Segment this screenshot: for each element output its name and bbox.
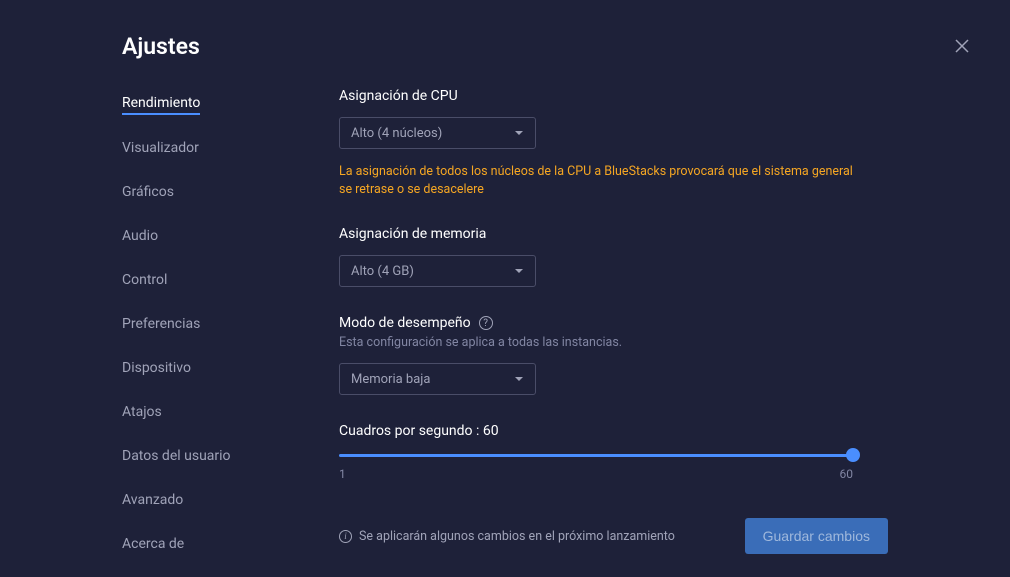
- info-icon: i: [339, 530, 352, 543]
- memory-allocation-value: Alto (4 GB): [351, 264, 414, 279]
- sidebar-item-atajos[interactable]: Atajos: [122, 397, 162, 427]
- sidebar-item-datos-usuario[interactable]: Datos del usuario: [122, 441, 231, 471]
- chevron-down-icon: [514, 374, 524, 384]
- sidebar-item-preferencias[interactable]: Preferencias: [122, 309, 200, 339]
- sidebar-item-avanzado[interactable]: Avanzado: [122, 485, 183, 515]
- sidebar: Rendimiento Visualizador Gráficos Audio …: [122, 88, 339, 566]
- close-button[interactable]: [954, 38, 970, 54]
- chevron-down-icon: [514, 266, 524, 276]
- sidebar-item-audio[interactable]: Audio: [122, 221, 158, 251]
- fps-slider[interactable]: [339, 454, 853, 457]
- footer-info-text: Se aplicarán algunos cambios en el próxi…: [359, 529, 675, 544]
- sidebar-item-acerca-de[interactable]: Acerca de: [122, 529, 184, 559]
- fps-label: Cuadros por segundo : 60: [339, 423, 888, 439]
- chevron-down-icon: [514, 128, 524, 138]
- memory-allocation-label: Asignación de memoria: [339, 226, 888, 242]
- memory-allocation-select[interactable]: Alto (4 GB): [339, 255, 536, 287]
- cpu-warning-text: La asignación de todos los núcleos de la…: [339, 163, 859, 198]
- cpu-allocation-value: Alto (4 núcleos): [351, 126, 442, 141]
- page-title: Ajustes: [122, 33, 200, 60]
- sidebar-item-dispositivo[interactable]: Dispositivo: [122, 353, 191, 383]
- cpu-allocation-label: Asignación de CPU: [339, 88, 888, 104]
- perfmode-sublabel: Esta configuración se aplica a todas las…: [339, 335, 888, 350]
- fps-min-label: 1: [339, 467, 346, 481]
- perfmode-value: Memoria baja: [351, 372, 430, 387]
- cpu-allocation-select[interactable]: Alto (4 núcleos): [339, 117, 536, 149]
- perfmode-label: Modo de desempeño: [339, 315, 471, 331]
- help-icon[interactable]: ?: [479, 316, 493, 330]
- sidebar-item-visualizador[interactable]: Visualizador: [122, 133, 199, 163]
- sidebar-item-control[interactable]: Control: [122, 265, 167, 295]
- sidebar-item-graficos[interactable]: Gráficos: [122, 177, 174, 207]
- fps-max-label: 60: [840, 467, 854, 481]
- fps-slider-thumb[interactable]: [846, 448, 860, 462]
- perfmode-select[interactable]: Memoria baja: [339, 363, 536, 395]
- close-icon: [954, 38, 970, 54]
- save-button[interactable]: Guardar cambios: [745, 518, 888, 554]
- sidebar-item-rendimiento[interactable]: Rendimiento: [122, 88, 200, 115]
